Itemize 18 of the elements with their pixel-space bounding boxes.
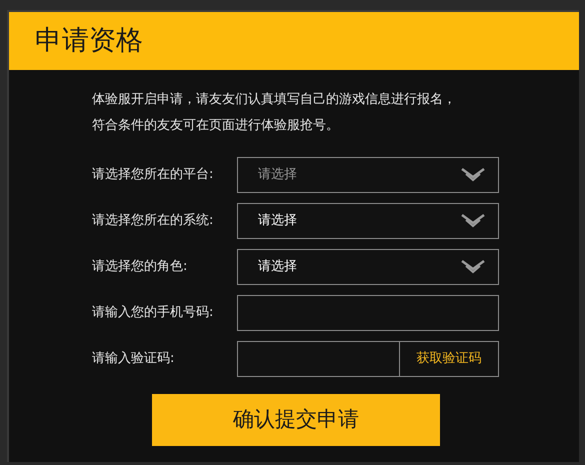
field-label: 请选择您的角色:	[92, 258, 188, 276]
select-value: 请选择	[258, 212, 297, 230]
intro-text: 体验服开启申请，请友友们认真填写自己的游戏信息进行报名，	[92, 91, 457, 109]
select-value: 请选择	[258, 258, 297, 276]
select-field[interactable]: 请选择	[237, 203, 499, 239]
code-input-field[interactable]	[237, 341, 399, 377]
select-field[interactable]: 请选择	[237, 157, 499, 193]
select-field[interactable]: 请选择	[237, 249, 499, 285]
input-field[interactable]	[237, 295, 499, 331]
field-label: 请输入验证码:	[92, 350, 176, 368]
field-label: 请选择您所在的系统:	[92, 212, 214, 230]
select-placeholder: 请选择	[258, 166, 297, 184]
field-label: 请输入您的手机号码:	[92, 304, 214, 322]
get-code-button[interactable]: 获取验证码	[399, 341, 499, 377]
field-label: 请选择您所在的平台:	[92, 166, 214, 184]
dialog-title: 申请资格	[35, 24, 143, 58]
intro-text: 符合条件的友友可在页面进行体验服抢号。	[92, 117, 340, 135]
submit-button[interactable]: 确认提交申请	[152, 394, 440, 446]
